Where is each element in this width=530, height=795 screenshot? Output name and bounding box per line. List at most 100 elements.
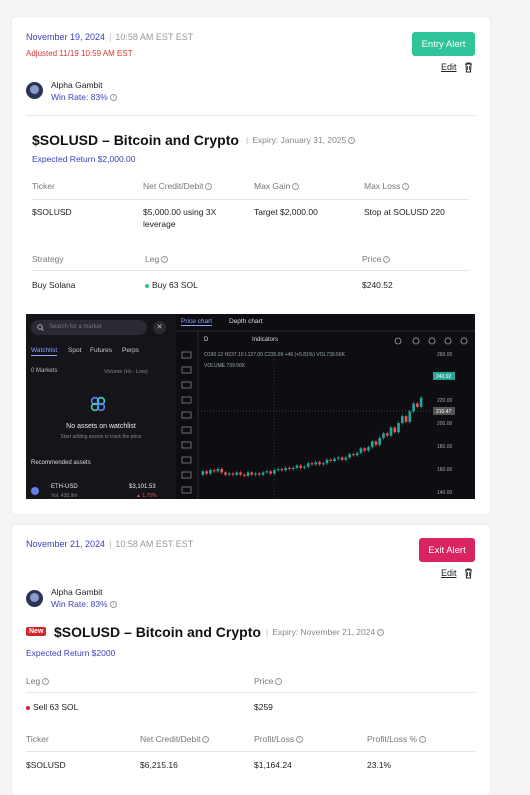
divider bbox=[26, 115, 475, 116]
drawing-tool-icon bbox=[181, 411, 192, 419]
candle-body bbox=[242, 474, 246, 476]
info-icon[interactable]: i bbox=[383, 256, 391, 264]
col-header-price-text: Price bbox=[254, 676, 274, 686]
empty-watchlist-subtitle: Start adding assets to track the price bbox=[60, 434, 142, 440]
table-divider bbox=[26, 751, 475, 752]
alert-title: $SOLUSD – Bitcoin and Crypto bbox=[54, 624, 261, 640]
candlestick-chart: 260.00240.00220.00200.00180.00160.00140.… bbox=[176, 330, 475, 499]
indicators-button[interactable]: Indicators bbox=[252, 337, 278, 343]
chart-screenshot: Search for a market ✕ Watchlist Spot Fut… bbox=[26, 314, 475, 499]
asset-name[interactable]: ETH-USD bbox=[51, 484, 78, 490]
col-header-profit-loss-pct: Profit/Loss % i bbox=[367, 734, 427, 744]
col-header-net-text: Net Credit/Debit bbox=[140, 734, 201, 744]
col-header-ticker: Ticker bbox=[32, 181, 55, 191]
info-icon[interactable]: i bbox=[42, 678, 50, 686]
tab-spot[interactable]: Spot bbox=[68, 347, 81, 354]
info-icon[interactable]: i bbox=[296, 736, 304, 744]
alert-time: 10:58 AM EST EST bbox=[115, 32, 194, 42]
info-icon[interactable]: i bbox=[109, 94, 117, 102]
max-gain-value: Target $2,000.00 bbox=[254, 207, 318, 217]
asset-price: $3,101.53 bbox=[129, 484, 156, 490]
market-sidebar: Search for a market ✕ Watchlist Spot Fut… bbox=[26, 314, 176, 499]
candle-body bbox=[239, 472, 242, 475]
candle-body bbox=[295, 465, 299, 468]
candle-body bbox=[389, 427, 393, 436]
candle-body bbox=[344, 457, 348, 460]
alert-date-line: November 21, 2024 | 10:58 AM EST EST bbox=[26, 539, 194, 549]
alert-time: 10:58 AM EST EST bbox=[115, 539, 194, 549]
win-rate-text: Win Rate: 83% bbox=[51, 92, 108, 102]
info-icon[interactable]: i bbox=[402, 183, 410, 191]
tab-futures[interactable]: Futures bbox=[90, 347, 112, 354]
trash-icon[interactable] bbox=[464, 62, 473, 73]
search-input[interactable]: Search for a market bbox=[31, 320, 147, 335]
author-name: Alpha Gambit bbox=[51, 80, 103, 90]
win-rate: Win Rate: 83% i bbox=[51, 92, 117, 102]
info-icon[interactable]: i bbox=[275, 678, 283, 686]
candle-body bbox=[235, 472, 239, 475]
sort-select[interactable]: Volume (Hi - Low) bbox=[104, 369, 148, 375]
entry-alert-button[interactable]: Entry Alert bbox=[412, 32, 475, 56]
exit-alert-button[interactable]: Exit Alert bbox=[419, 538, 475, 562]
candle-body bbox=[216, 469, 220, 472]
info-icon[interactable]: i bbox=[202, 736, 210, 744]
info-icon[interactable]: i bbox=[109, 601, 117, 609]
drawing-tool-icon bbox=[181, 426, 192, 434]
table-divider bbox=[32, 270, 469, 271]
candle-body bbox=[205, 471, 208, 474]
candle-body bbox=[393, 427, 397, 433]
candle-body bbox=[340, 457, 344, 460]
alert-date: November 21, 2024 bbox=[26, 539, 106, 549]
price-tick-label: 260.00 bbox=[437, 352, 453, 358]
leg-value: Buy 63 SOL bbox=[145, 279, 198, 291]
candle-body bbox=[220, 469, 224, 473]
info-icon[interactable]: i bbox=[205, 183, 213, 191]
leg-value-text: Buy 63 SOL bbox=[152, 280, 198, 290]
candle-body bbox=[348, 454, 351, 458]
net-credit-value: $6,215.16 bbox=[140, 760, 178, 770]
alert-date-line: November 19, 2024 | 10:58 AM EST EST bbox=[26, 32, 194, 42]
candle-body bbox=[224, 472, 227, 475]
avatar bbox=[26, 82, 43, 99]
close-icon[interactable]: ✕ bbox=[153, 321, 166, 334]
expected-return: Expected Return $2000 bbox=[26, 648, 116, 658]
price-tick-label: 180.00 bbox=[437, 444, 453, 450]
info-icon[interactable]: i bbox=[419, 736, 427, 744]
candle-body bbox=[231, 473, 235, 475]
search-icon bbox=[37, 324, 44, 331]
interval-select[interactable]: D bbox=[204, 337, 208, 343]
col-header-price-text: Price bbox=[362, 254, 382, 264]
drawing-tool-icon bbox=[181, 366, 192, 374]
ticker-value: $SOLUSD bbox=[26, 760, 66, 770]
tab-perps[interactable]: Perps bbox=[122, 347, 139, 354]
col-header-price: Price i bbox=[362, 254, 391, 264]
info-icon[interactable]: i bbox=[292, 183, 300, 191]
leg-value-text: Sell 63 SOL bbox=[33, 702, 79, 712]
candle-body bbox=[325, 459, 329, 464]
toolbar-icon bbox=[460, 337, 468, 345]
col-header-net-text: Net Credit/Debit bbox=[143, 181, 204, 191]
strategy-value: Buy Solana bbox=[32, 280, 76, 290]
candle-body bbox=[318, 462, 321, 465]
info-icon[interactable]: i bbox=[377, 629, 385, 637]
edit-link[interactable]: Edit bbox=[441, 568, 457, 578]
candle-body bbox=[397, 423, 400, 433]
candle-body bbox=[273, 470, 276, 474]
leg-value: Sell 63 SOL bbox=[26, 701, 78, 713]
alert-date: November 19, 2024 bbox=[26, 32, 106, 42]
expiry-text: Expiry: January 31, 2025 bbox=[252, 135, 347, 145]
candle-body bbox=[303, 466, 306, 468]
recommended-heading: Recommended assets bbox=[31, 460, 91, 466]
candle-body bbox=[363, 448, 366, 451]
tab-depth-chart[interactable]: Depth chart bbox=[229, 318, 263, 325]
trash-icon[interactable] bbox=[464, 568, 473, 579]
candle-body bbox=[382, 433, 385, 438]
tab-watchlist[interactable]: Watchlist bbox=[31, 347, 58, 356]
info-icon[interactable]: i bbox=[161, 256, 169, 264]
edit-link[interactable]: Edit bbox=[441, 62, 457, 72]
candle-body bbox=[246, 472, 250, 476]
tab-price-chart[interactable]: Price chart bbox=[181, 318, 213, 326]
candle-body bbox=[201, 471, 205, 475]
candle-body bbox=[258, 473, 261, 475]
info-icon[interactable]: i bbox=[348, 137, 356, 145]
